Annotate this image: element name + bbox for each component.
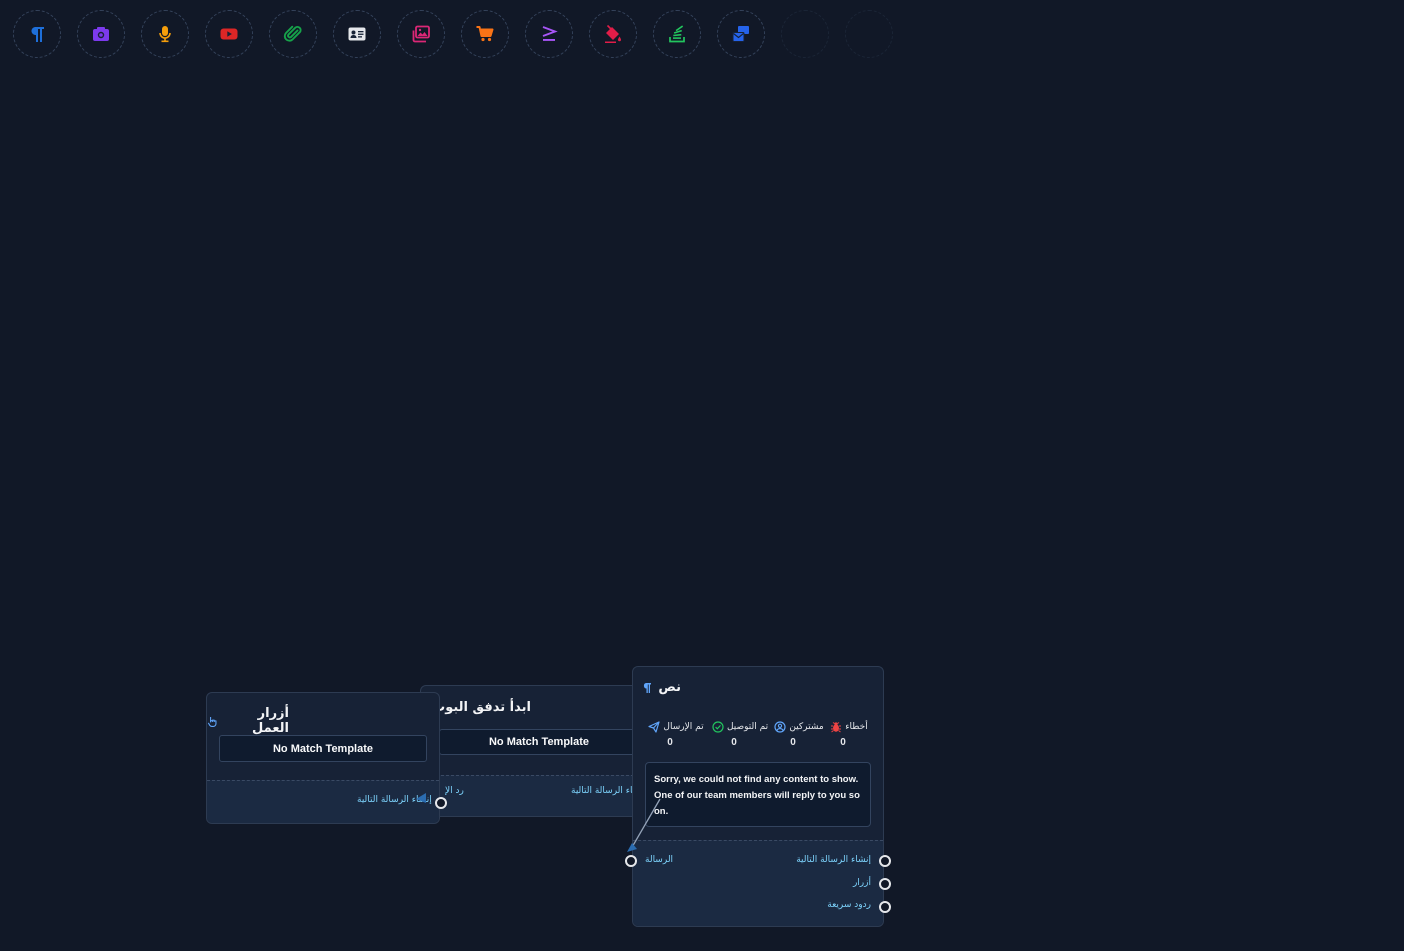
add-audio-button[interactable] [141,10,189,58]
contact-card-icon [348,27,366,41]
text-node[interactable]: نص تم الإرسال 0 تم التوصيل 0 مشتركين 0 أ… [625,666,891,927]
add-file-button[interactable] [269,10,317,58]
add-product-button[interactable] [461,10,509,58]
next-message-output-port[interactable] [879,855,891,867]
stat-errors: أخطاء 0 [827,721,871,748]
paragraph-icon [644,682,652,693]
add-email-button[interactable] [717,10,765,58]
start-flow-node[interactable]: ابدأ تدفق البوت No Match Template رد الإ… [420,685,650,817]
fill-bucket-icon [605,24,621,43]
stat-label: تم الإرسال [663,722,704,732]
no-match-template-button[interactable]: No Match Template [219,735,427,762]
node-header: نص [642,680,681,695]
youtube-icon [220,28,238,40]
next-message-port-label: إنشاء الرسالة التالية [796,855,871,865]
message-text[interactable]: Sorry, we could not find any content to … [645,762,871,827]
message-input-port-label: الرسالة [645,855,674,865]
message-input-port[interactable] [625,855,637,867]
buttons-output-port[interactable] [879,878,891,890]
buttons-port-label: أزرار [852,878,871,888]
send-icon [648,721,661,733]
stat-delivered: تم التوصيل 0 [709,721,771,748]
stat-label: أخطاء [845,722,868,732]
node-header: أزرار العمل [207,706,289,736]
port-label: رد الإ [445,786,464,796]
check-circle-icon [712,721,724,733]
bug-icon [831,722,842,733]
stat-value: 0 [790,737,796,748]
no-match-template-button[interactable]: No Match Template [439,729,639,755]
node-title: أزرار العمل [252,706,289,736]
flow-builder-canvas[interactable]: ابدأ تدفق البوت No Match Template رد الإ… [0,0,1404,951]
images-icon [412,25,430,43]
stat-label: تم التوصيل [726,722,769,732]
paperclip-icon [283,25,302,42]
mail-bulk-icon [732,26,749,42]
quick-replies-output-port[interactable] [879,901,891,913]
greater-equal-icon [542,26,558,41]
stack-icon [669,25,685,43]
stat-sent: تم الإرسال 0 [647,721,705,748]
paragraph-icon [31,27,44,42]
add-text-button[interactable] [13,10,61,58]
add-contact-button[interactable] [333,10,381,58]
microphone-icon [159,26,171,43]
add-image-button[interactable] [77,10,125,58]
node-footer: الرسالة إنشاء الرسالة التالية أزرار ردود… [633,840,883,926]
hand-pointer-icon [207,716,217,727]
node-footer: رد الإ إنشاء الرسالة التالية [421,775,649,816]
stats-row: تم الإرسال 0 تم التوصيل 0 مشتركين 0 أخطا… [647,721,871,757]
user-circle-icon [774,721,786,733]
stat-label: مشتركين [789,722,824,732]
stat-subscribers: مشتركين 0 [773,721,825,748]
toolbar-placeholder-button[interactable] [781,10,829,58]
add-video-button[interactable] [205,10,253,58]
add-sequence-button[interactable] [653,10,701,58]
stat-value: 0 [667,737,673,748]
camera-icon [93,27,109,41]
next-message-output-port[interactable] [435,797,447,809]
stat-value: 0 [731,737,737,748]
add-gallery-button[interactable] [397,10,445,58]
add-condition-button[interactable] [525,10,573,58]
shopping-cart-icon [476,26,494,42]
next-message-port-label: إنشاء الرسالة التالية [357,795,432,805]
node-header: ابدأ تدفق البوت [432,700,531,715]
next-message-port-label: إنشاء الرسالة التالية [571,786,635,796]
quick-replies-port-label: ردود سريعة [827,900,871,910]
toolbar-placeholder-button[interactable] [845,10,893,58]
node-title: نص [658,680,681,695]
action-buttons-node[interactable]: أزرار العمل No Match Template إنشاء الرس… [206,692,447,824]
node-title: ابدأ تدفق البوت [432,700,531,715]
add-style-button[interactable] [589,10,637,58]
node-footer: إنشاء الرسالة التالية [207,780,439,823]
stat-value: 0 [840,737,846,748]
